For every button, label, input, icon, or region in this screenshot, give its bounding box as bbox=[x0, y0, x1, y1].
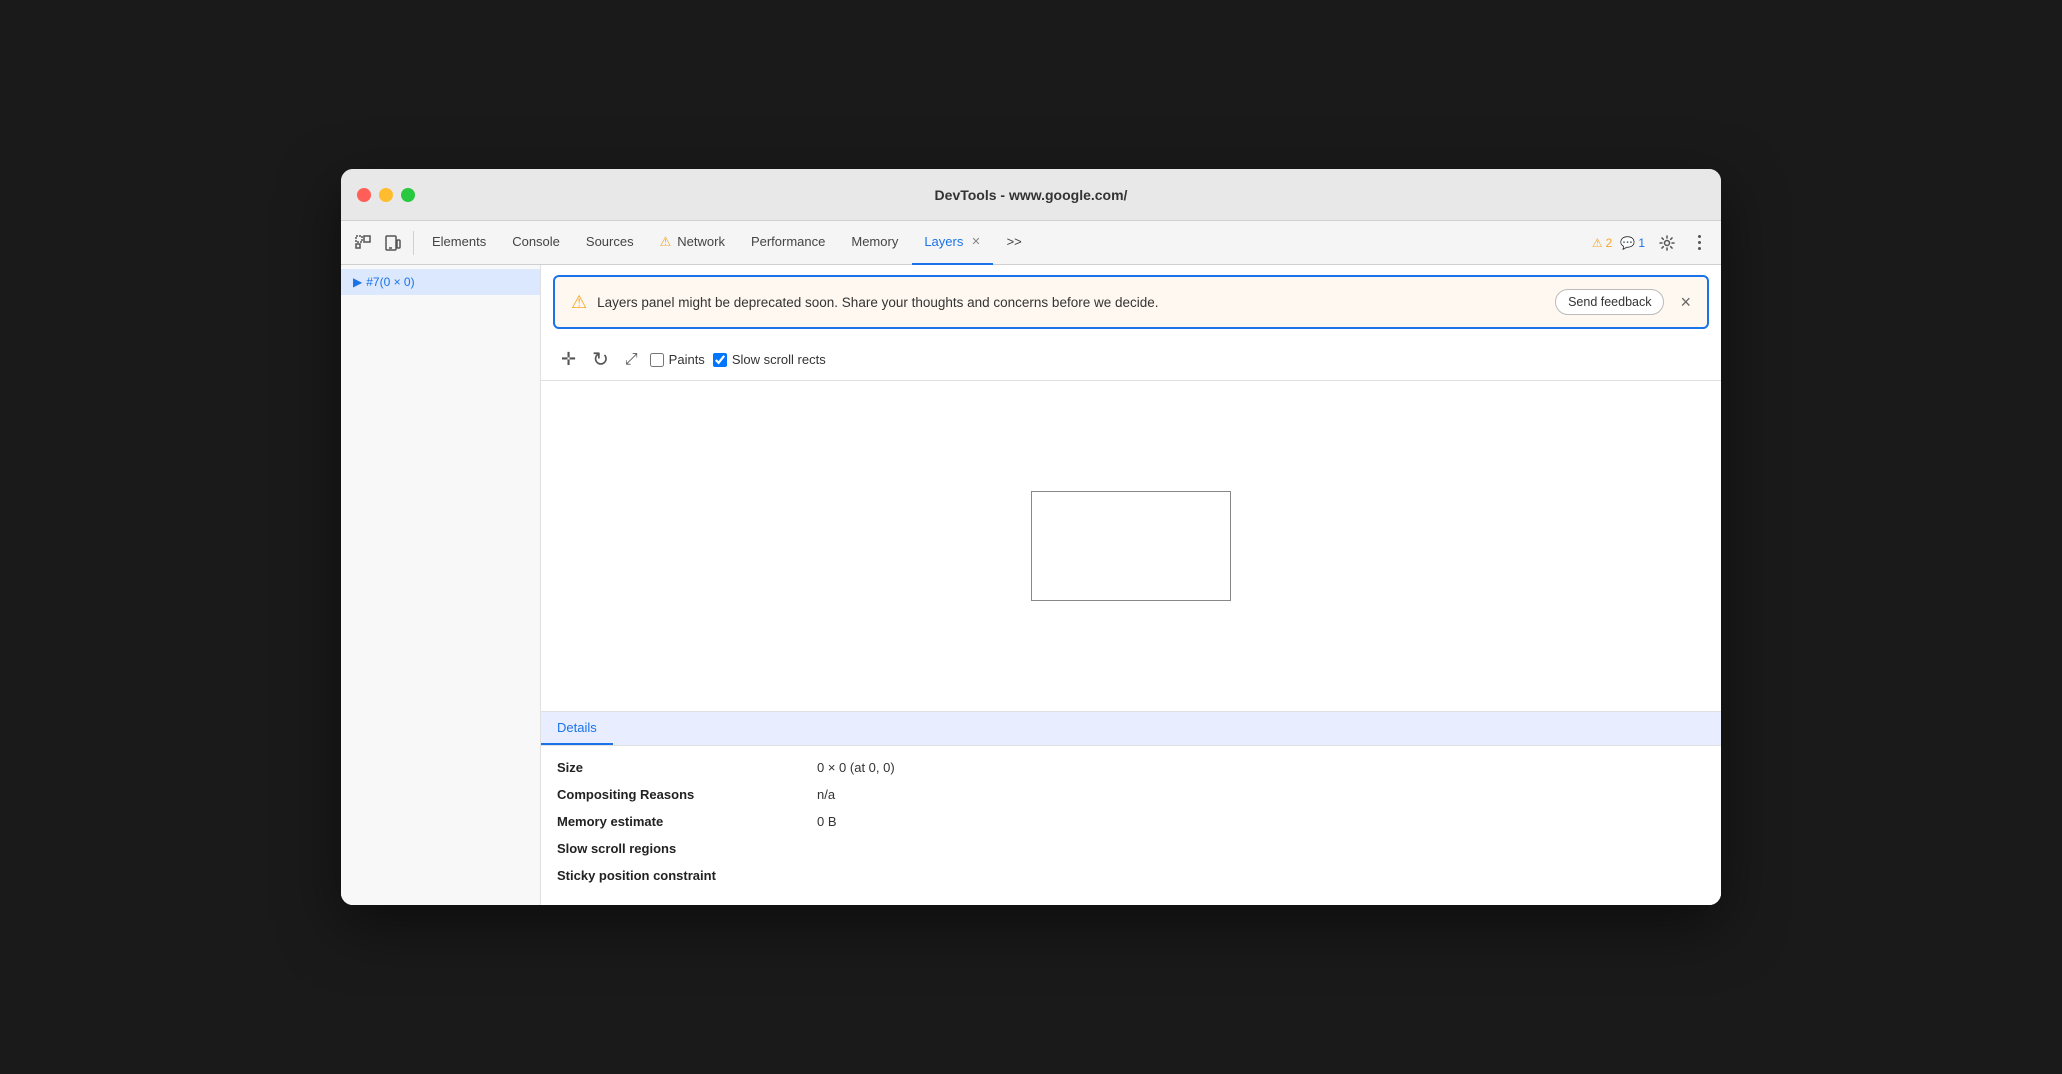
detail-row-compositing: Compositing Reasons n/a bbox=[557, 781, 1705, 808]
detail-val-compositing: n/a bbox=[817, 787, 835, 802]
maximize-button[interactable] bbox=[401, 188, 415, 202]
window-title: DevTools - www.google.com/ bbox=[935, 187, 1128, 203]
tab-elements[interactable]: Elements bbox=[420, 221, 498, 265]
banner-message: Layers panel might be deprecated soon. S… bbox=[597, 295, 1545, 310]
banner-warning-icon: ⚠ bbox=[571, 292, 587, 313]
detail-key-size: Size bbox=[557, 760, 817, 775]
detail-val-memory: 0 B bbox=[817, 814, 837, 829]
devtools-toolbar: Elements Console Sources ⚠ Network Perfo… bbox=[341, 221, 1721, 265]
banner-close-icon[interactable]: × bbox=[1680, 292, 1691, 313]
warning-badge[interactable]: ⚠ 2 bbox=[1592, 236, 1612, 250]
settings-icon[interactable] bbox=[1653, 229, 1681, 257]
inspect-icon[interactable] bbox=[349, 229, 377, 257]
paints-label: Paints bbox=[669, 352, 705, 367]
toolbar-divider bbox=[413, 231, 414, 255]
warning-triangle-icon: ⚠ bbox=[1592, 236, 1603, 250]
pan-tool-icon[interactable]: ✛ bbox=[557, 347, 580, 372]
device-toggle-icon[interactable] bbox=[379, 229, 407, 257]
details-table: Size 0 × 0 (at 0, 0) Compositing Reasons… bbox=[541, 746, 1721, 905]
tab-memory[interactable]: Memory bbox=[839, 221, 910, 265]
tab-network[interactable]: ⚠ Network bbox=[648, 221, 737, 265]
send-feedback-button[interactable]: Send feedback bbox=[1555, 289, 1664, 315]
rotate-tool-icon[interactable]: ↻ bbox=[588, 345, 613, 374]
tab-sources[interactable]: Sources bbox=[574, 221, 646, 265]
detail-row-slow-scroll: Slow scroll regions bbox=[557, 835, 1705, 862]
detail-key-memory: Memory estimate bbox=[557, 814, 817, 829]
info-badge[interactable]: 💬 1 bbox=[1620, 236, 1645, 250]
comment-icon: 💬 bbox=[1620, 236, 1635, 250]
three-dots-icon bbox=[1689, 233, 1709, 253]
network-warning-icon: ⚠ bbox=[660, 234, 672, 250]
detail-val-size: 0 × 0 (at 0, 0) bbox=[817, 760, 895, 775]
detail-key-compositing: Compositing Reasons bbox=[557, 787, 817, 802]
close-button[interactable] bbox=[357, 188, 371, 202]
window-controls bbox=[357, 188, 415, 202]
details-header: Details bbox=[541, 712, 613, 745]
layers-canvas bbox=[541, 381, 1721, 711]
devtools-window: DevTools - www.google.com/ Elements Cons… bbox=[341, 169, 1721, 905]
tab-layers[interactable]: Layers ✕ bbox=[912, 221, 992, 265]
detail-key-sticky: Sticky position constraint bbox=[557, 868, 817, 883]
paints-checkbox-label[interactable]: Paints bbox=[650, 352, 705, 367]
detail-row-sticky: Sticky position constraint bbox=[557, 862, 1705, 889]
expand-arrow-icon: ▶ bbox=[353, 275, 362, 289]
slow-scroll-checkbox[interactable] bbox=[713, 353, 727, 367]
slow-scroll-checkbox-label[interactable]: Slow scroll rects bbox=[713, 352, 826, 367]
more-tabs-button[interactable]: >> bbox=[995, 221, 1034, 265]
layers-content: ⚠ Layers panel might be deprecated soon.… bbox=[541, 265, 1721, 905]
details-section: Details Size 0 × 0 (at 0, 0) Compositing… bbox=[541, 711, 1721, 905]
main-content: ▶ #7(0 × 0) ⚠ Layers panel might be depr… bbox=[341, 265, 1721, 905]
paints-checkbox[interactable] bbox=[650, 353, 664, 367]
toolbar-right: ⚠ 2 💬 1 bbox=[1592, 229, 1713, 257]
slow-scroll-label: Slow scroll rects bbox=[732, 352, 826, 367]
sidebar-item-layer1[interactable]: ▶ #7(0 × 0) bbox=[341, 269, 540, 295]
tab-performance[interactable]: Performance bbox=[739, 221, 837, 265]
tab-close-icon[interactable]: ✕ bbox=[971, 235, 980, 248]
minimize-button[interactable] bbox=[379, 188, 393, 202]
detail-row-memory: Memory estimate 0 B bbox=[557, 808, 1705, 835]
more-options-icon[interactable] bbox=[1685, 229, 1713, 257]
tab-console[interactable]: Console bbox=[500, 221, 572, 265]
detail-row-size: Size 0 × 0 (at 0, 0) bbox=[557, 754, 1705, 781]
layers-view-toolbar: ✛ ↻ ⤢ Paints Slow scroll rects bbox=[541, 339, 1721, 381]
deprecation-banner: ⚠ Layers panel might be deprecated soon.… bbox=[553, 275, 1709, 329]
layers-sidebar: ▶ #7(0 × 0) bbox=[341, 265, 541, 905]
titlebar: DevTools - www.google.com/ bbox=[341, 169, 1721, 221]
resize-tool-icon[interactable]: ⤢ bbox=[621, 349, 642, 371]
detail-key-slow-scroll: Slow scroll regions bbox=[557, 841, 817, 856]
layer-visualization bbox=[1031, 491, 1231, 601]
